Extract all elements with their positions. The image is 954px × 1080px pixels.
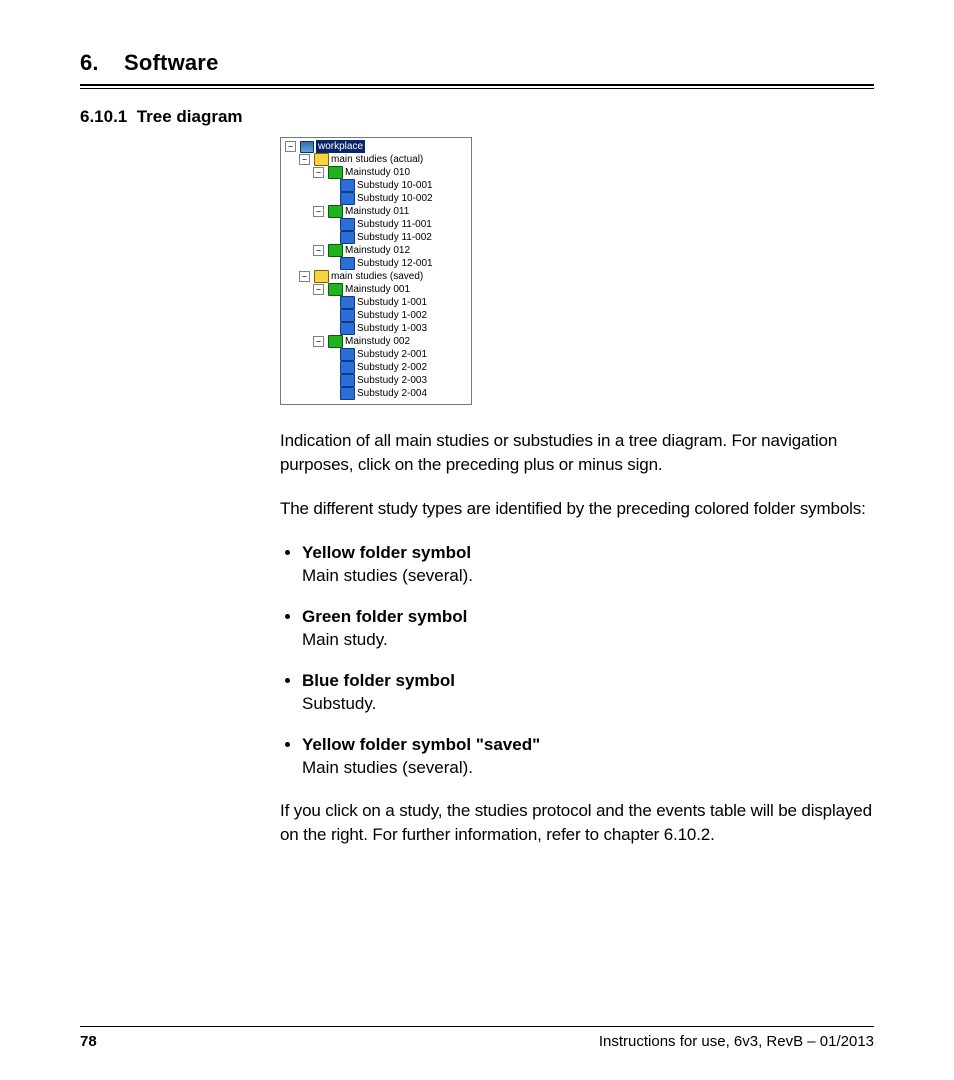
blue-folder-icon (340, 387, 355, 400)
blue-folder-icon (340, 361, 355, 374)
monitor-icon (300, 141, 314, 153)
legend-item: Blue folder symbol Substudy. (302, 669, 874, 715)
tree-node-label: Substudy 11-001 (357, 218, 432, 231)
page: 6. Software 6.10.1 Tree diagram − workpl… (0, 0, 954, 1080)
minus-icon[interactable]: − (313, 336, 324, 347)
chapter-number: 6. (80, 50, 99, 75)
blue-folder-icon (340, 257, 355, 270)
tree-node-label: Substudy 2-003 (357, 374, 427, 387)
tree-node[interactable]: Substudy 12-001 (327, 257, 471, 270)
tree-node-label: Substudy 10-001 (357, 179, 433, 192)
green-folder-icon (328, 335, 343, 348)
green-folder-icon (328, 283, 343, 296)
tree-node[interactable]: Substudy 10-001 (327, 179, 471, 192)
legend-desc: Main study. (302, 630, 388, 649)
minus-icon[interactable]: − (299, 154, 310, 165)
tree-node[interactable]: − Mainstudy 001 (313, 283, 471, 296)
tree-node[interactable]: − main studies (actual) (299, 153, 471, 166)
tree-node[interactable]: Substudy 11-002 (327, 231, 471, 244)
minus-icon[interactable]: − (313, 284, 324, 295)
section-title: Tree diagram (137, 107, 243, 126)
green-folder-icon (328, 205, 343, 218)
tree-node[interactable]: Substudy 11-001 (327, 218, 471, 231)
tree-node-label: Substudy 2-004 (357, 387, 427, 400)
blue-folder-icon (340, 192, 355, 205)
tree-node-label: main studies (saved) (331, 270, 423, 283)
tree-node[interactable]: Substudy 2-004 (327, 387, 471, 400)
tree-node[interactable]: Substudy 10-002 (327, 192, 471, 205)
section-number: 6.10.1 (80, 107, 127, 126)
tree-root[interactable]: − workplace (285, 140, 471, 153)
minus-icon[interactable]: − (285, 141, 296, 152)
minus-icon[interactable]: − (299, 271, 310, 282)
tree-node-label: Substudy 2-002 (357, 361, 427, 374)
folder-legend-list: Yellow folder symbol Main studies (severa… (280, 541, 874, 779)
legend-lead: Yellow folder symbol "saved" (302, 733, 874, 756)
tree-node-label: Mainstudy 002 (345, 335, 410, 348)
blue-folder-icon (340, 218, 355, 231)
chapter-title: Software (124, 50, 219, 75)
blue-folder-icon (340, 231, 355, 244)
blue-folder-icon (340, 179, 355, 192)
tree-node[interactable]: Substudy 1-003 (327, 322, 471, 335)
tree-root-children: −main studies (actual)−Mainstudy 010Subs… (285, 153, 471, 400)
page-footer: 78 Instructions for use, 6v3, RevB – 01/… (80, 1026, 874, 1050)
minus-icon[interactable]: − (313, 245, 324, 256)
legend-lead: Yellow folder symbol (302, 541, 874, 564)
page-number: 78 (80, 1033, 97, 1050)
tree-node-label: Mainstudy 001 (345, 283, 410, 296)
tree-node-label: Substudy 2-001 (357, 348, 427, 361)
blue-folder-icon (340, 296, 355, 309)
tree-node-label: Mainstudy 011 (345, 205, 409, 218)
tree-node[interactable]: − Mainstudy 011 (313, 205, 471, 218)
tree-node-label: Substudy 1-001 (357, 296, 427, 309)
chapter-heading: 6. Software (80, 50, 874, 84)
blue-folder-icon (340, 348, 355, 361)
tree-node-label: Mainstudy 010 (345, 166, 410, 179)
yellow-folder-icon (314, 153, 329, 166)
section-heading: 6.10.1 Tree diagram (80, 107, 874, 127)
tree-node-label: Substudy 10-002 (357, 192, 433, 205)
tree-node[interactable]: − Mainstudy 012 (313, 244, 471, 257)
tree-node[interactable]: − main studies (saved) (299, 270, 471, 283)
tree-diagram: − workplace −main studies (actual)−Mains… (280, 137, 472, 405)
legend-desc: Main studies (several). (302, 758, 473, 777)
blue-folder-icon (340, 309, 355, 322)
blue-folder-icon (340, 374, 355, 387)
content-column: − workplace −main studies (actual)−Mains… (280, 137, 874, 847)
legend-lead: Green folder symbol (302, 605, 874, 628)
tree-node[interactable]: Substudy 2-002 (327, 361, 471, 374)
tree-node-label: Substudy 11-002 (357, 231, 432, 244)
legend-desc: Substudy. (302, 694, 376, 713)
tree-node[interactable]: − Mainstudy 010 (313, 166, 471, 179)
tree-node[interactable]: Substudy 1-002 (327, 309, 471, 322)
tree-node-label: Substudy 1-002 (357, 309, 427, 322)
heading-rule (80, 84, 874, 89)
tree-node-label: Mainstudy 012 (345, 244, 410, 257)
blue-folder-icon (340, 322, 355, 335)
tree-node[interactable]: Substudy 1-001 (327, 296, 471, 309)
legend-item: Yellow folder symbol Main studies (severa… (302, 541, 874, 587)
tree-node[interactable]: − Mainstudy 002 (313, 335, 471, 348)
tree-node-label: Substudy 12-001 (357, 257, 433, 270)
paragraph-3: If you click on a study, the studies pro… (280, 799, 874, 847)
tree-node-label: main studies (actual) (331, 153, 423, 166)
green-folder-icon (328, 166, 343, 179)
tree-root-label: workplace (316, 140, 365, 153)
legend-item: Green folder symbol Main study. (302, 605, 874, 651)
minus-icon[interactable]: − (313, 206, 324, 217)
legend-lead: Blue folder symbol (302, 669, 874, 692)
yellow-folder-icon (314, 270, 329, 283)
paragraph-1: Indication of all main studies or substu… (280, 429, 874, 477)
legend-desc: Main studies (several). (302, 566, 473, 585)
tree-node[interactable]: Substudy 2-003 (327, 374, 471, 387)
doc-id: Instructions for use, 6v3, RevB – 01/201… (599, 1033, 874, 1050)
tree-node[interactable]: Substudy 2-001 (327, 348, 471, 361)
green-folder-icon (328, 244, 343, 257)
minus-icon[interactable]: − (313, 167, 324, 178)
paragraph-2: The different study types are identified… (280, 497, 874, 521)
tree-node-label: Substudy 1-003 (357, 322, 427, 335)
legend-item: Yellow folder symbol "saved" Main studies… (302, 733, 874, 779)
